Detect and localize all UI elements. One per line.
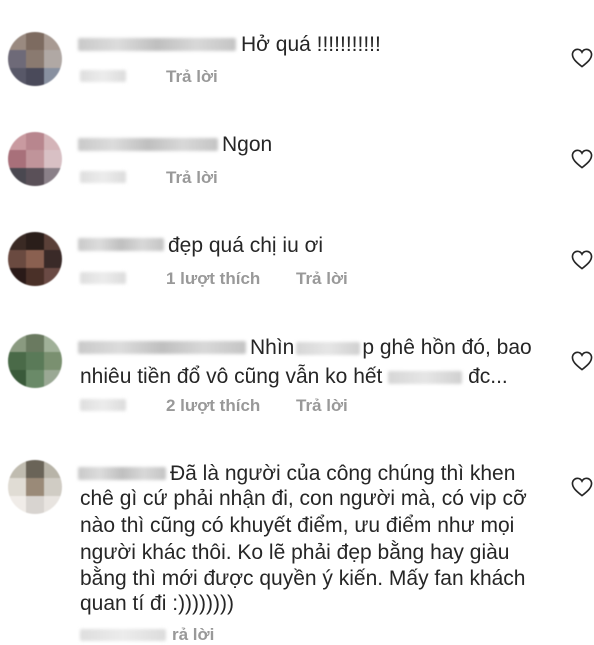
- username-redacted[interactable]: [78, 138, 218, 151]
- heart-outline-icon[interactable]: [571, 351, 593, 371]
- reply-button[interactable]: Trả lời: [296, 396, 348, 416]
- comment-text-part: đc...: [468, 365, 508, 388]
- comment-text-line: nhiêu tiền đổ vô cũng vẫn ko hết đc...: [80, 362, 508, 391]
- comment-text-part: nhiêu tiền đổ vô cũng vẫn ko hết: [80, 365, 383, 388]
- username-redacted[interactable]: [78, 467, 166, 480]
- avatar[interactable]: [8, 232, 62, 286]
- timestamp-redacted: [80, 70, 126, 82]
- username-redacted[interactable]: [78, 238, 164, 251]
- username-redacted[interactable]: [78, 341, 246, 354]
- comment-text: Hở quá !!!!!!!!!!!: [241, 33, 381, 56]
- comment-text: Nhìn p ghê hồn đó, bao: [250, 333, 532, 362]
- timestamp-redacted: [80, 171, 126, 183]
- avatar[interactable]: [8, 334, 62, 388]
- likes-count[interactable]: 2 lượt thích: [166, 396, 260, 416]
- comment-text-part: Nhìn: [250, 336, 295, 359]
- likes-count[interactable]: 1 lượt thích: [166, 269, 260, 289]
- redacted-word: [296, 341, 361, 355]
- reply-button[interactable]: Trả lời: [166, 168, 218, 188]
- redacted-word: [388, 370, 463, 384]
- heart-outline-icon[interactable]: [571, 48, 593, 68]
- comment-text-part: p ghê hồn đó, bao: [362, 336, 532, 359]
- heart-outline-icon[interactable]: [571, 149, 593, 169]
- comment-text: đẹp quá chị iu ơi: [168, 234, 324, 257]
- comment-text-line: chê gì cứ phải nhận đi, con người mà, có…: [80, 487, 527, 510]
- comment-text-line: người khác thôi. Ko lẽ phải đẹp bằng hay…: [80, 541, 510, 564]
- comment-text-line: quan tí đi :)))))))): [80, 592, 235, 615]
- comment-text-line: nào thì cũng có khuyết điểm, ưu điểm như…: [80, 514, 515, 537]
- timestamp-redacted: [80, 272, 126, 284]
- heart-outline-icon[interactable]: [571, 250, 593, 270]
- heart-outline-icon[interactable]: [571, 477, 593, 497]
- timestamp-redacted: [80, 629, 166, 641]
- username-redacted[interactable]: [78, 38, 236, 51]
- avatar[interactable]: [8, 132, 62, 186]
- avatar[interactable]: [8, 32, 62, 86]
- timestamp-redacted: [80, 399, 126, 411]
- avatar[interactable]: [8, 460, 62, 514]
- reply-button[interactable]: Trả lời: [166, 67, 218, 87]
- reply-button[interactable]: rả lời: [172, 625, 214, 645]
- comment-text: Ngon: [222, 133, 273, 156]
- reply-button[interactable]: Trả lời: [296, 269, 348, 289]
